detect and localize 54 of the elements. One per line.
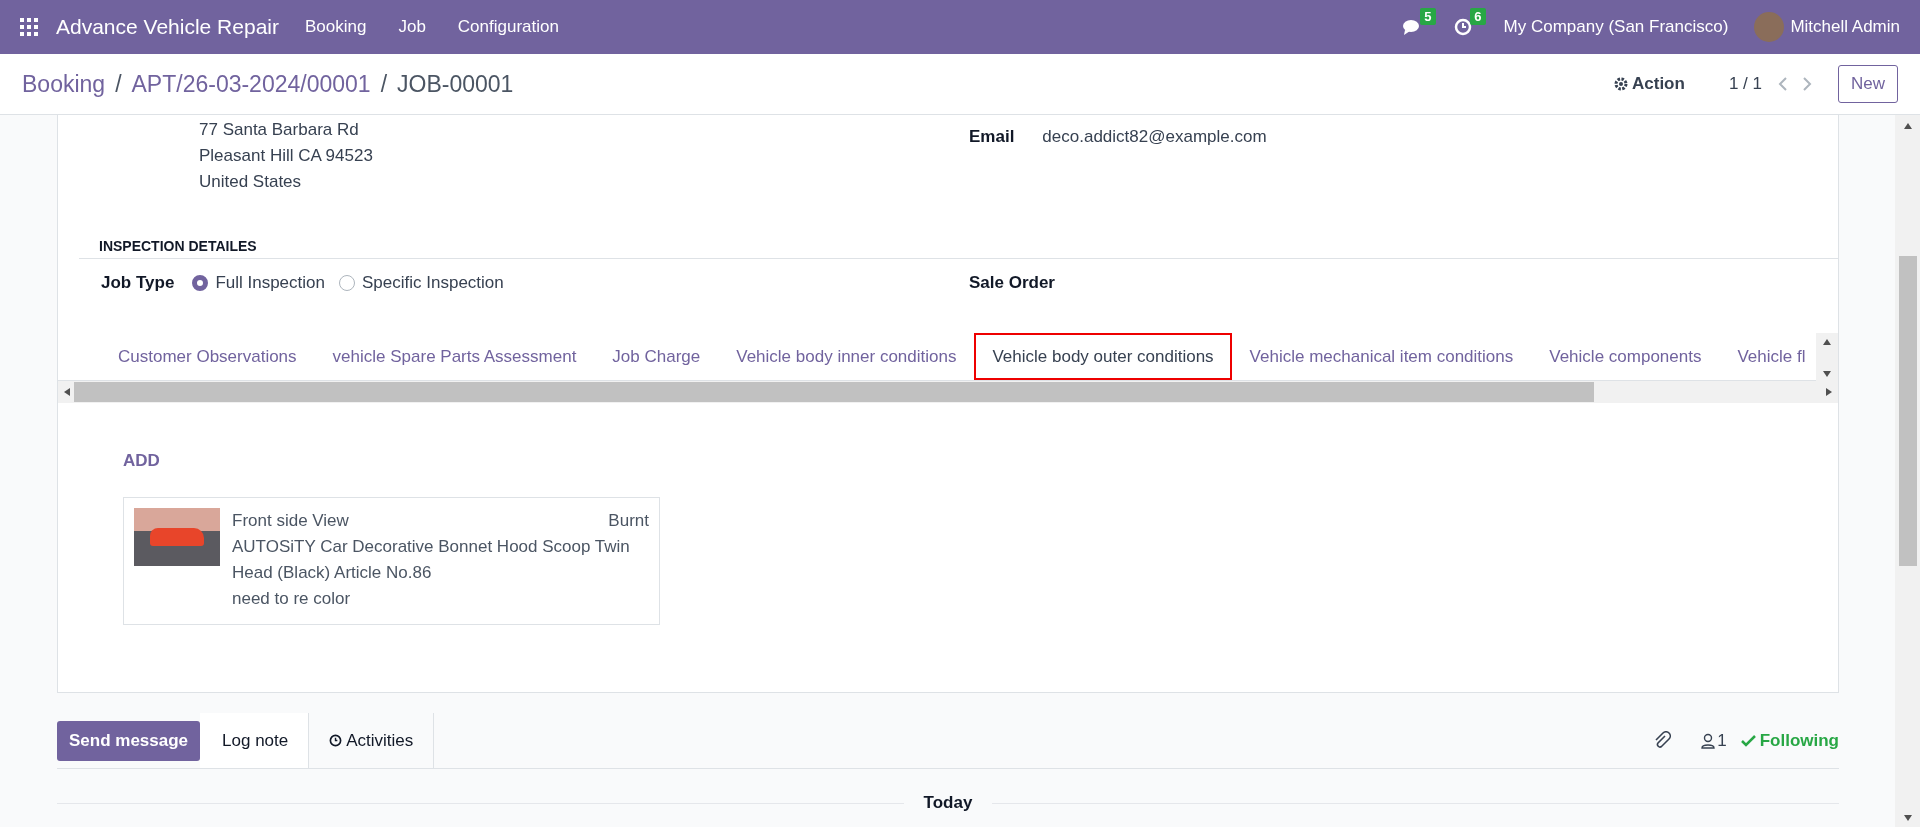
field-label: Sale Order (969, 273, 1055, 292)
scroll-left-icon[interactable] (62, 388, 70, 396)
breadcrumb-item[interactable]: JOB-00001 (397, 70, 514, 98)
notebook-tab[interactable]: Vehicle body outer conditions (974, 333, 1232, 380)
horizontal-scrollbar[interactable] (58, 381, 1838, 403)
app-name: Advance Vehicle Repair (56, 15, 279, 39)
clock-icon (329, 734, 343, 747)
menu-item[interactable]: Booking (305, 17, 367, 37)
field-label: Email (969, 127, 1015, 146)
activity-count-badge: 6 (1470, 8, 1486, 25)
scroll-up-icon[interactable] (1903, 121, 1912, 129)
log-note-tab[interactable]: Log note (200, 713, 310, 768)
send-message-button[interactable]: Send message (57, 720, 201, 761)
pager-value[interactable]: 1 / 1 (1728, 74, 1762, 94)
gear-icon (1614, 77, 1628, 91)
paperclip-icon[interactable] (1653, 730, 1672, 751)
app-grid-icon[interactable] (20, 18, 38, 36)
message-count-badge: 5 (1420, 8, 1436, 25)
following-button[interactable]: Following (1740, 713, 1839, 768)
person-icon (1701, 732, 1716, 749)
scroll-up-icon[interactable] (1823, 337, 1831, 345)
scroll-down-icon[interactable] (1903, 813, 1912, 821)
action-button[interactable]: Action (1608, 73, 1691, 95)
breadcrumb-separator: / (115, 70, 122, 98)
section-title: INSPECTION DETAILES (79, 238, 1838, 259)
breadcrumb-item[interactable]: APT/26-03-2024/00001 (131, 70, 371, 98)
address-line: United States (198, 171, 303, 193)
view-label: Front side View (232, 510, 349, 532)
activities-tab[interactable]: Activities (309, 713, 435, 768)
user-name[interactable]: Mitchell Admin (1790, 17, 1900, 37)
address-line: 77 Santa Barbara Rd (198, 119, 360, 141)
condition-card[interactable]: Front side View Burnt AUTOSiTY Car Decorative Bonnet Hood Scoop Twin Head (Black) Article No.86 need to re color (123, 497, 660, 625)
breadcrumb-item[interactable]: Booking (22, 70, 106, 98)
email-value: deco.addict82@example.com (1042, 127, 1267, 146)
chat-icon[interactable] (1401, 18, 1422, 36)
menu-item[interactable]: Job (398, 17, 426, 37)
condition-status: Burnt (608, 510, 649, 532)
scroll-down-icon[interactable] (1823, 369, 1831, 377)
breadcrumb-separator: / (380, 70, 388, 98)
date-separator: Today (923, 793, 973, 813)
scroll-right-icon[interactable] (1826, 388, 1834, 396)
company-name[interactable]: My Company (San Francisco) (1503, 17, 1729, 37)
clock-icon[interactable] (1453, 18, 1472, 36)
menu-item[interactable]: Configuration (457, 17, 559, 37)
add-link[interactable]: ADD (123, 451, 160, 471)
new-button[interactable]: New (1838, 65, 1898, 103)
condition-note: need to re color (232, 588, 352, 610)
check-icon (1740, 734, 1756, 747)
followers-button[interactable]: 1 (1701, 713, 1727, 768)
radio-option[interactable]: Specific Inspection (339, 273, 504, 293)
field-label: Job Type (101, 273, 175, 293)
page-scrollbar[interactable] (1895, 115, 1920, 827)
address-line: Pleasant Hill CA 94523 (198, 145, 374, 167)
radio-option[interactable]: Full Inspection (192, 273, 325, 293)
